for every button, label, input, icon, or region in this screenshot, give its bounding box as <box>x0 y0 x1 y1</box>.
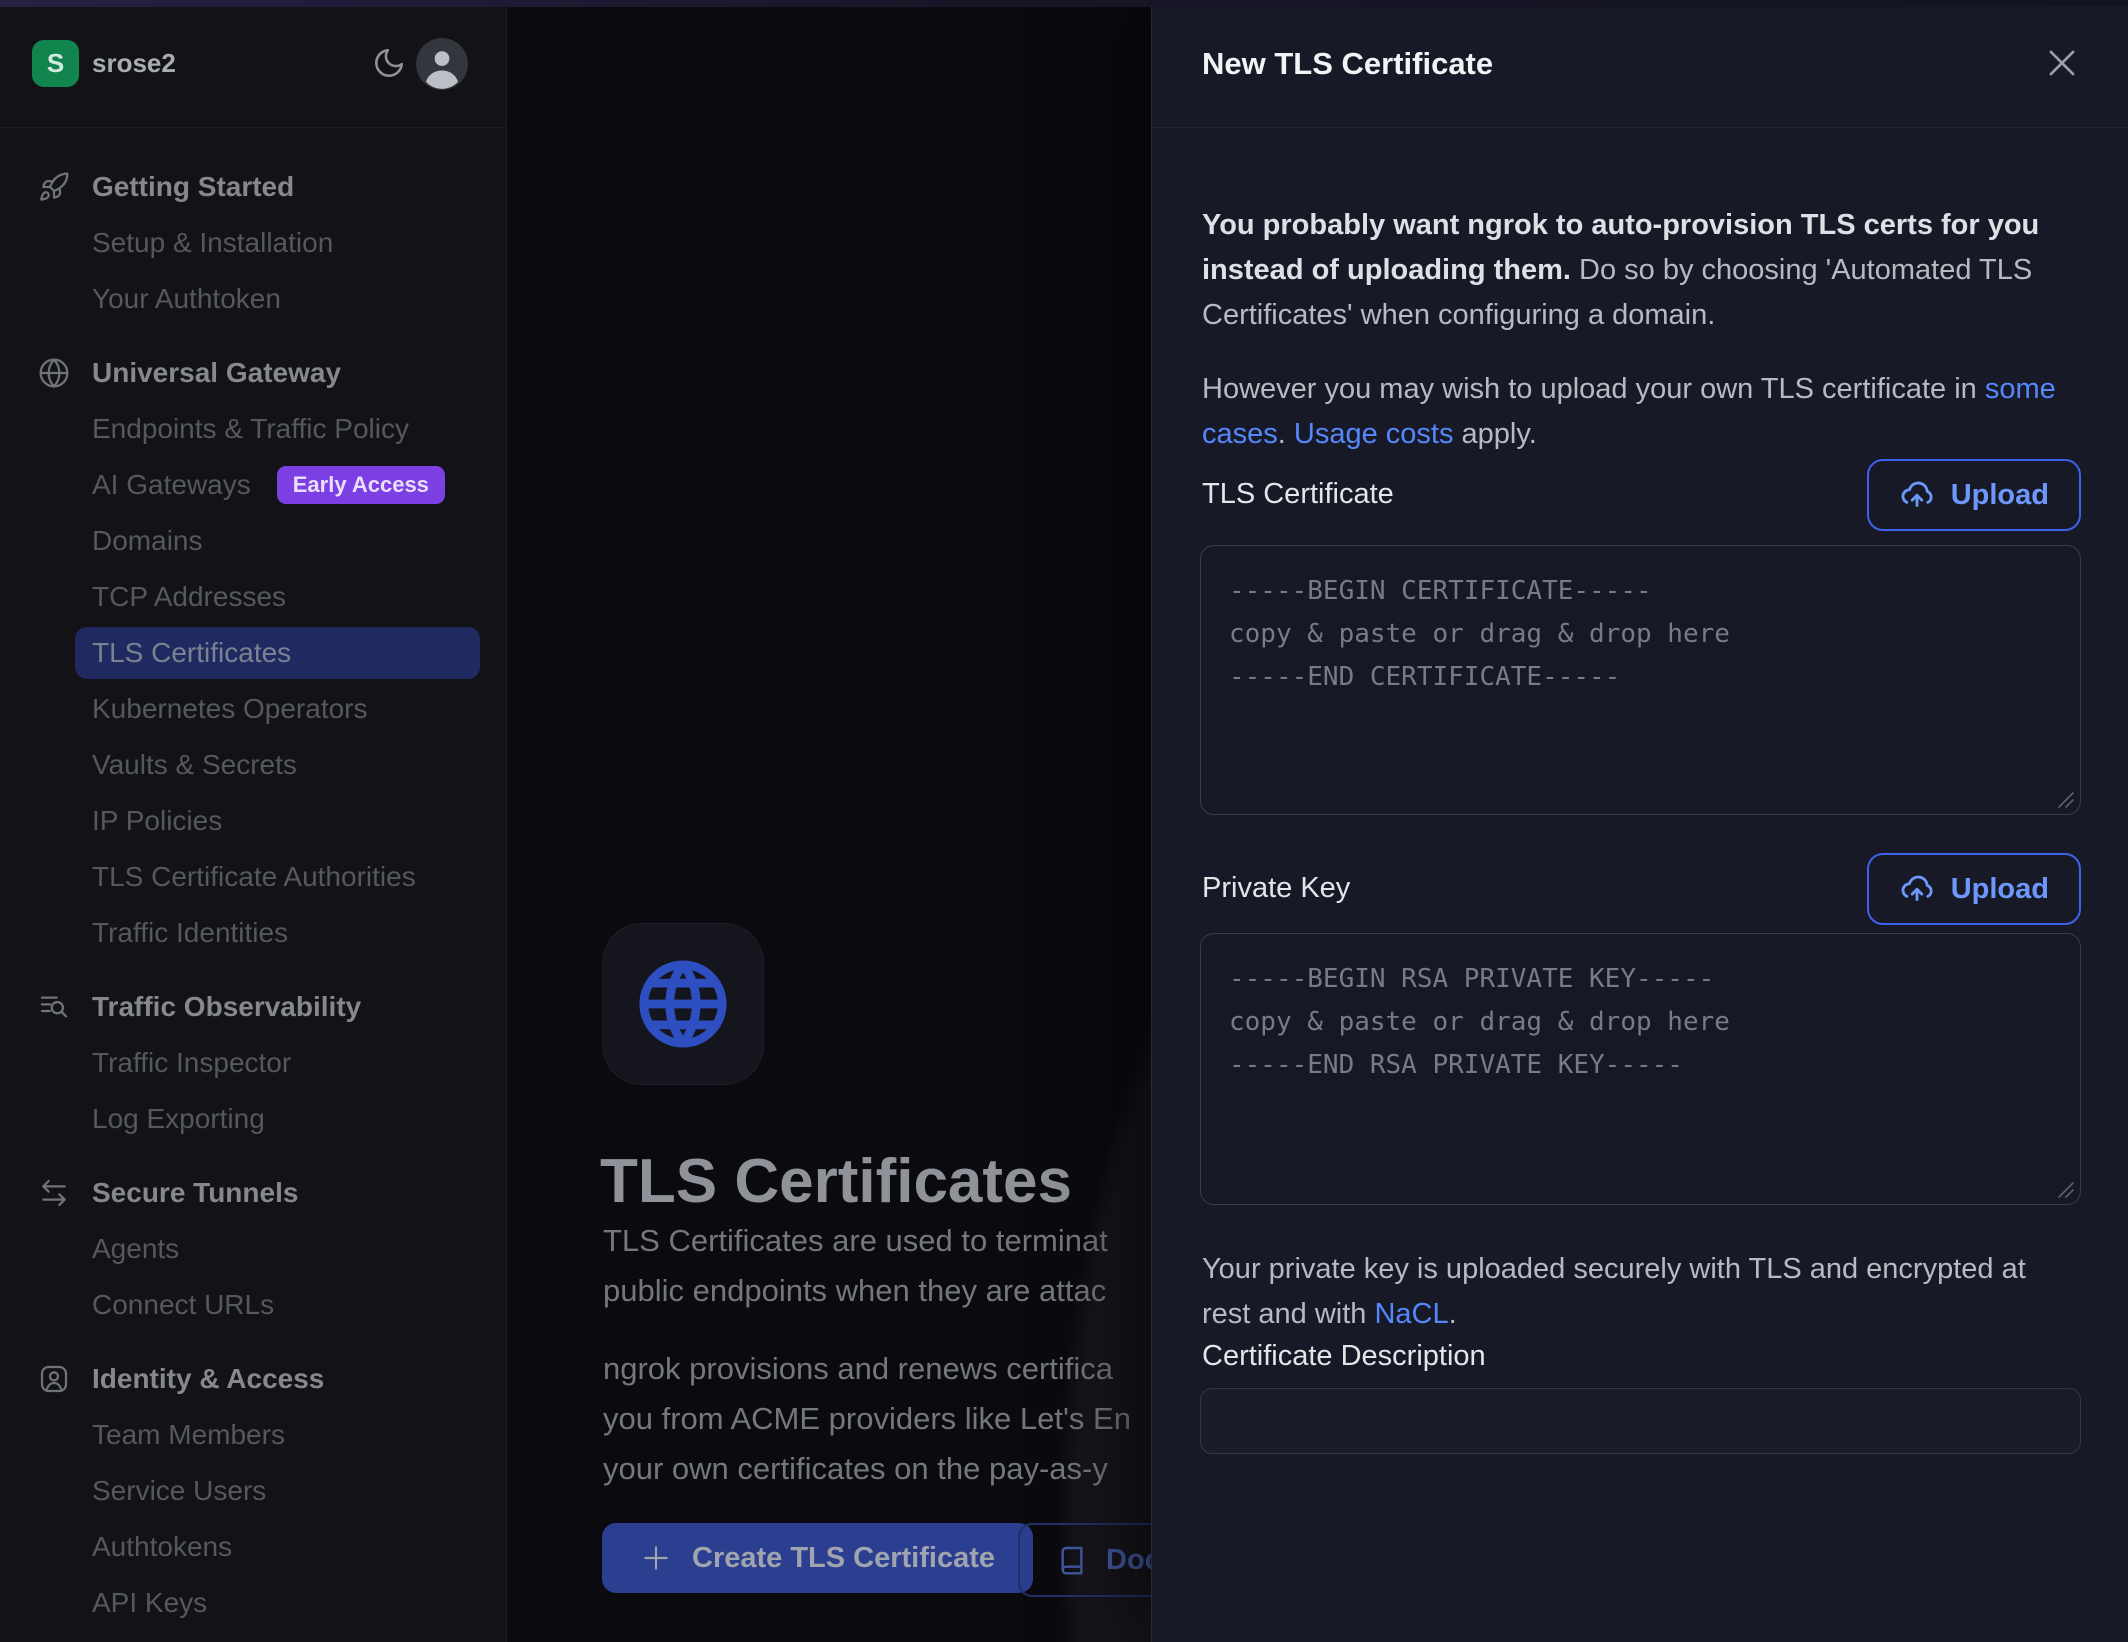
sidebar-item-authtokens[interactable]: Authtokens <box>0 1519 506 1575</box>
sidebar-item-tls-certificates[interactable]: TLS Certificates <box>0 625 506 681</box>
drawer-title: New TLS Certificate <box>1202 0 1493 127</box>
account-initial: S <box>47 48 64 79</box>
theme-toggle-moon-icon[interactable] <box>372 46 406 80</box>
sidebar-item-traffic-inspector[interactable]: Traffic Inspector <box>0 1035 506 1091</box>
sidebar-section-getting-started[interactable]: Getting Started <box>0 159 506 215</box>
sidebar-item-tcp-addresses[interactable]: TCP Addresses <box>0 569 506 625</box>
sidebar-item-vaults-secrets[interactable]: Vaults & Secrets <box>0 737 506 793</box>
usage-costs-link[interactable]: Usage costs <box>1294 418 1454 450</box>
sidebar-section-identity-access[interactable]: Identity & Access <box>0 1351 506 1407</box>
sidebar-section: Identity & AccessTeam MembersService Use… <box>0 1351 506 1642</box>
sidebar-item-service-users[interactable]: Service Users <box>0 1463 506 1519</box>
plus-icon <box>640 1542 672 1574</box>
sidebar-item-agents[interactable]: Agents <box>0 1221 506 1277</box>
sidebar-item-setup-installation[interactable]: Setup & Installation <box>0 215 506 271</box>
sidebar-header: S srose2 <box>0 0 506 128</box>
sidebar-nav: Getting StartedSetup & InstallationYour … <box>0 127 506 1642</box>
sidebar-item-kubernetes-operators[interactable]: Kubernetes Operators <box>0 681 506 737</box>
sidebar-item-ip-policies[interactable]: IP Policies <box>0 793 506 849</box>
globe-icon <box>633 954 733 1054</box>
sidebar-item-your-authtoken[interactable]: Your Authtoken <box>0 271 506 327</box>
sidebar-section: Getting StartedSetup & InstallationYour … <box>0 159 506 327</box>
close-icon[interactable] <box>2043 44 2081 82</box>
user-avatar[interactable] <box>416 38 468 90</box>
private-key-textarea[interactable] <box>1200 933 2081 1205</box>
new-tls-certificate-drawer: New TLS Certificate You probably want ng… <box>1151 0 2128 1642</box>
arrows-swap-icon <box>38 1177 70 1209</box>
cloud-upload-icon <box>1899 477 1935 513</box>
page-description-1: TLS Certificates are used to terminat pu… <box>603 1216 1108 1316</box>
app-root: S srose2 Getting StartedSetup & Installa… <box>0 0 2128 1642</box>
sidebar-item-endpoints-traffic-policy[interactable]: Endpoints & Traffic Policy <box>0 401 506 457</box>
sidebar-item-ssh-public-keys[interactable]: SSH Public Keys <box>0 1631 506 1642</box>
certificate-description-input[interactable] <box>1200 1388 2081 1454</box>
page-title: TLS Certificates <box>600 1146 1072 1217</box>
certificate-description-label: Certificate Description <box>1202 1340 1486 1373</box>
tls-certificate-label: TLS Certificate <box>1202 478 1394 511</box>
sidebar-item-connect-urls[interactable]: Connect URLs <box>0 1277 506 1333</box>
top-accent-bar <box>0 0 2128 7</box>
sidebar-section-traffic-observability[interactable]: Traffic Observability <box>0 979 506 1035</box>
tls-certificate-textarea[interactable] <box>1200 545 2081 815</box>
early-access-badge: Early Access <box>277 466 445 504</box>
sidebar-item-traffic-identities[interactable]: Traffic Identities <box>0 905 506 961</box>
sidebar-section: Universal GatewayEndpoints & Traffic Pol… <box>0 345 506 961</box>
sidebar-item-domains[interactable]: Domains <box>0 513 506 569</box>
sidebar-item-team-members[interactable]: Team Members <box>0 1407 506 1463</box>
nacl-link[interactable]: NaCL <box>1374 1298 1448 1330</box>
private-key-security-note: Your private key is uploaded securely wi… <box>1202 1247 2058 1337</box>
sidebar-item-api-keys[interactable]: API Keys <box>0 1575 506 1631</box>
upload-own-cert-note: However you may wish to upload your own … <box>1202 367 2058 457</box>
user-badge-icon <box>38 1363 70 1395</box>
drawer-header: New TLS Certificate <box>1152 0 2128 128</box>
sidebar: S srose2 Getting StartedSetup & Installa… <box>0 0 507 1642</box>
upload-certificate-button[interactable]: Upload <box>1867 459 2081 531</box>
sidebar-item-tls-certificate-authorities[interactable]: TLS Certificate Authorities <box>0 849 506 905</box>
resize-handle[interactable] <box>2055 789 2075 809</box>
auto-provision-note: You probably want ngrok to auto-provisio… <box>1202 203 2058 338</box>
resize-handle[interactable] <box>2055 1179 2075 1199</box>
book-icon <box>1056 1544 1088 1576</box>
sidebar-section: Secure TunnelsAgentsConnect URLs <box>0 1165 506 1333</box>
globe-icon <box>38 357 70 389</box>
tls-globe-tile <box>602 923 764 1085</box>
private-key-label: Private Key <box>1202 872 1350 905</box>
sidebar-section: Traffic ObservabilityTraffic InspectorLo… <box>0 979 506 1147</box>
rocket-icon <box>38 171 70 203</box>
cloud-upload-icon <box>1899 871 1935 907</box>
create-tls-certificate-button[interactable]: Create TLS Certificate <box>602 1523 1033 1593</box>
upload-private-key-button[interactable]: Upload <box>1867 853 2081 925</box>
sidebar-section-secure-tunnels[interactable]: Secure Tunnels <box>0 1165 506 1221</box>
page-description-2: ngrok provisions and renews certifica yo… <box>603 1344 1131 1494</box>
sidebar-item-log-exporting[interactable]: Log Exporting <box>0 1091 506 1147</box>
sidebar-section-universal-gateway[interactable]: Universal Gateway <box>0 345 506 401</box>
sidebar-item-ai-gateways[interactable]: AI GatewaysEarly Access <box>0 457 506 513</box>
account-name: srose2 <box>92 0 176 127</box>
account-avatar-chip[interactable]: S <box>32 40 79 87</box>
list-search-icon <box>38 991 70 1023</box>
